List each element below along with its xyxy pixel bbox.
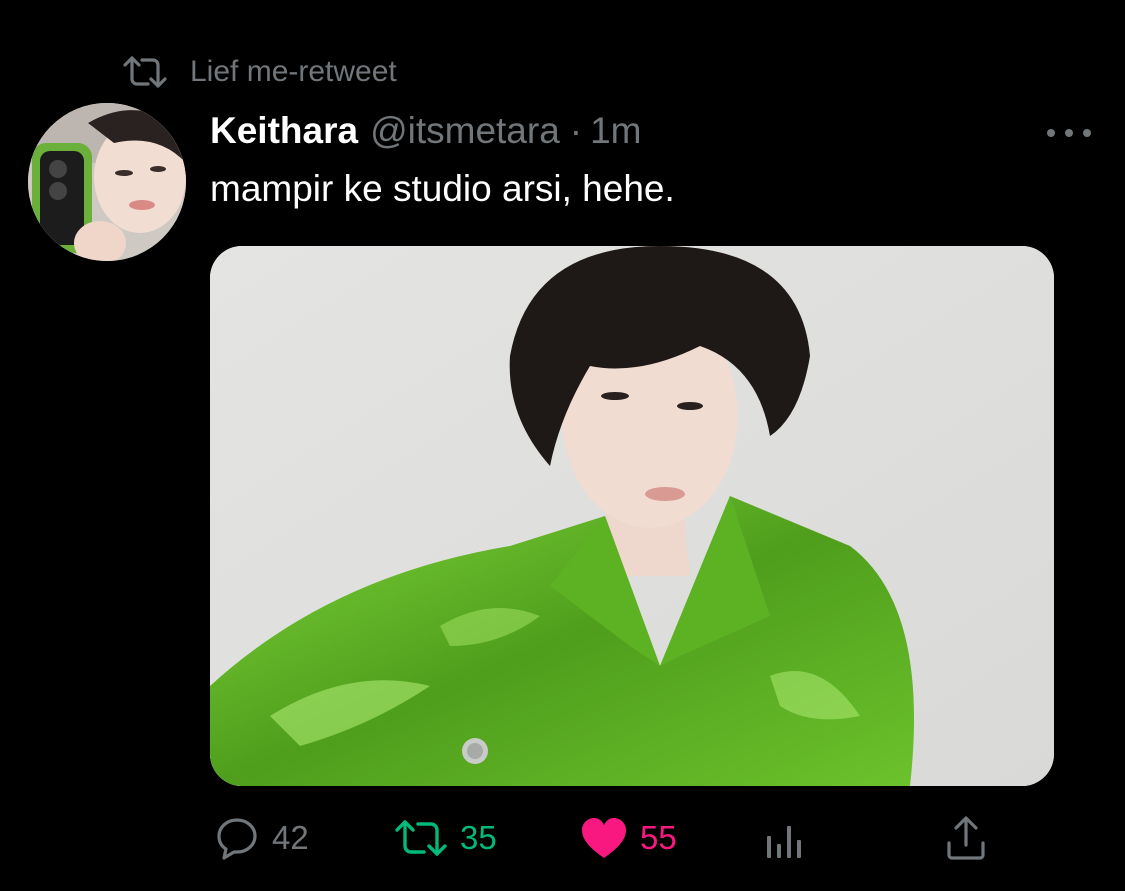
- retweet-icon: [394, 818, 448, 858]
- more-options-button[interactable]: [1047, 120, 1091, 146]
- tweet-actions: 42 35 55: [0, 810, 1125, 866]
- retweet-context: Lief me-retweet: [122, 52, 397, 92]
- more-dot: [1083, 129, 1091, 137]
- more-horizontal-icon: [1047, 129, 1055, 137]
- tweet[interactable]: Lief me-retweet Keithara @itsmetara · 1m: [0, 0, 1125, 891]
- analytics-icon: [764, 816, 804, 860]
- timestamp[interactable]: 1m: [590, 108, 641, 154]
- share-icon: [944, 815, 988, 861]
- share-button[interactable]: [944, 810, 988, 866]
- views-button[interactable]: [764, 810, 804, 866]
- tweet-text: mampir ke studio arsi, hehe.: [210, 168, 675, 209]
- user-handle[interactable]: @itsmetara: [370, 108, 560, 154]
- like-button[interactable]: 55: [580, 810, 677, 866]
- like-count: 55: [640, 819, 677, 856]
- retweet-icon: [122, 55, 168, 89]
- retweet-count: 35: [460, 819, 497, 856]
- more-dot: [1065, 129, 1073, 137]
- tweet-header: Keithara @itsmetara · 1m: [210, 108, 1070, 154]
- avatar[interactable]: [28, 103, 186, 261]
- display-name[interactable]: Keithara: [210, 108, 358, 154]
- tweet-photo[interactable]: [210, 246, 1054, 786]
- reply-button[interactable]: 42: [214, 810, 309, 866]
- retweet-button[interactable]: 35: [394, 810, 497, 866]
- retweet-context-label[interactable]: Lief me-retweet: [190, 55, 397, 89]
- heart-filled-icon: [580, 816, 628, 860]
- reply-icon: [214, 815, 260, 861]
- separator-dot: ·: [569, 110, 583, 151]
- reply-count: 42: [272, 819, 309, 856]
